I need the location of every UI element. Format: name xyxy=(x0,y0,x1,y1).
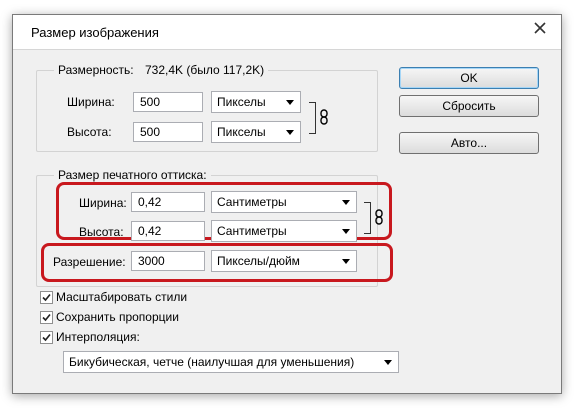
pixel-height-label: Высота: xyxy=(67,125,112,139)
scale-styles-checkbox[interactable] xyxy=(40,291,53,304)
scale-styles-label[interactable]: Масштабировать стили xyxy=(56,290,187,304)
constrain-proportions-checkbox[interactable] xyxy=(40,311,53,324)
close-button[interactable] xyxy=(527,17,553,39)
resolution-input[interactable]: 3000 xyxy=(131,251,205,271)
chain-link-icon-print xyxy=(375,209,383,225)
ok-button[interactable]: OK xyxy=(399,67,539,89)
close-icon xyxy=(534,22,546,34)
auto-button[interactable]: Авто... xyxy=(399,132,539,154)
image-size-dialog: Размер изображения Размерность: 732,4K (… xyxy=(12,14,562,394)
pixel-width-input[interactable]: 500 xyxy=(133,92,203,112)
resolution-unit-select[interactable]: Пикселы/дюйм xyxy=(211,250,357,272)
dialog-title: Размер изображения xyxy=(31,25,159,40)
chain-link-icon xyxy=(320,109,328,125)
resample-checkbox[interactable] xyxy=(40,331,53,344)
title-bar[interactable]: Размер изображения xyxy=(13,15,561,50)
document-size-label: Размер печатного оттиска: xyxy=(54,168,211,182)
print-width-label: Ширина: xyxy=(79,196,127,210)
resample-method-select[interactable]: Бикубическая, четче (наилучшая для умень… xyxy=(63,351,399,373)
resample-label[interactable]: Интерполяция: xyxy=(56,330,140,344)
reset-button[interactable]: Сбросить xyxy=(399,95,539,117)
pixel-width-unit-select[interactable]: Пикселы xyxy=(211,91,301,113)
resolution-label: Разрешение: xyxy=(53,255,126,269)
pixel-dimensions-label: Размерность: 732,4K (было 117,2K) xyxy=(54,63,269,77)
checkmark-icon xyxy=(42,333,51,342)
print-height-label: Высота: xyxy=(79,225,124,239)
checkmark-icon xyxy=(42,293,51,302)
print-link-bracket xyxy=(364,202,371,234)
constrain-proportions-label[interactable]: Сохранить пропорции xyxy=(56,310,179,324)
checkmark-icon xyxy=(42,313,51,322)
print-height-unit-select[interactable]: Сантиметры xyxy=(211,220,357,242)
pixel-dimensions-value: 732,4K (было 117,2K) xyxy=(144,63,265,77)
pixel-width-label: Ширина: xyxy=(67,95,115,109)
print-height-input[interactable]: 0,42 xyxy=(131,221,205,241)
print-width-input[interactable]: 0,42 xyxy=(131,192,205,212)
pixel-link-bracket xyxy=(309,102,316,134)
print-width-unit-select[interactable]: Сантиметры xyxy=(211,191,357,213)
pixel-height-input[interactable]: 500 xyxy=(133,122,203,142)
pixel-height-unit-select[interactable]: Пикселы xyxy=(211,121,301,143)
